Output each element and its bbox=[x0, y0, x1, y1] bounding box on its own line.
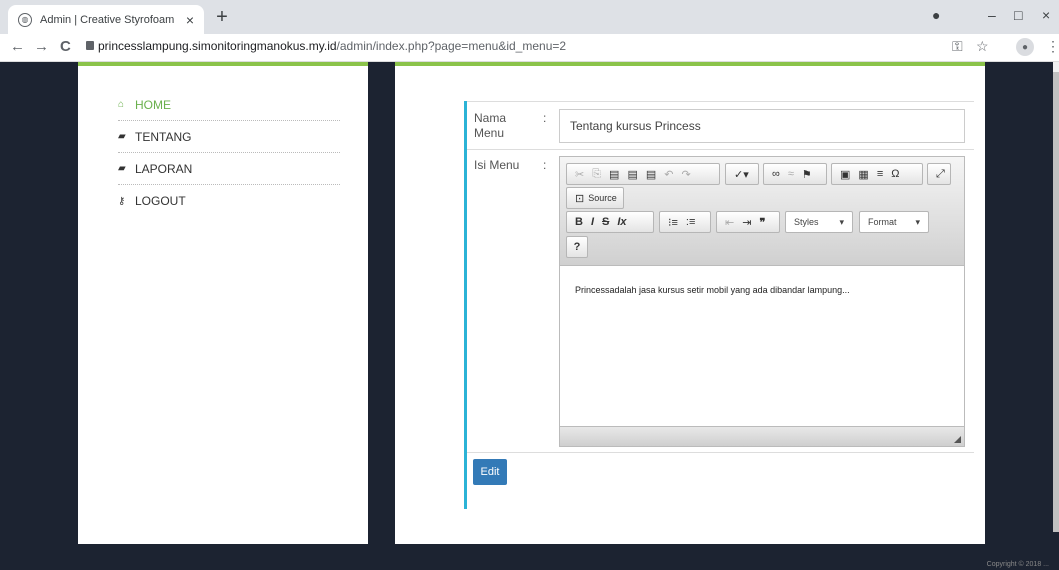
form-row-name: Nama Menu : Tentang kursus Princess bbox=[467, 101, 974, 150]
image-icon[interactable]: ▣ bbox=[840, 168, 850, 181]
key-icon: ⚷ bbox=[118, 195, 126, 207]
italic-icon[interactable]: I bbox=[591, 216, 594, 228]
paste-icon[interactable]: ▤ bbox=[609, 168, 619, 181]
paste-word-icon[interactable]: ▤ bbox=[646, 168, 656, 181]
name-label: Nama Menu bbox=[474, 111, 507, 140]
colon: : bbox=[543, 158, 547, 172]
copy-icon[interactable]: ⎘ bbox=[592, 168, 601, 181]
address-bar: ← → C princesslampung.simonitoringmanoku… bbox=[0, 34, 1059, 62]
menu-name-input[interactable]: Tentang kursus Princess bbox=[559, 109, 965, 143]
strike-icon[interactable]: S bbox=[602, 216, 609, 228]
book-icon: ▰ bbox=[118, 131, 126, 142]
url-field[interactable]: princesslampung.simonitoringmanokus.my.i… bbox=[98, 39, 566, 53]
sidebar-item-logout[interactable]: ⚷ LOGOUT bbox=[118, 185, 340, 217]
numbered-list-icon[interactable]: ⁝≡ bbox=[668, 216, 678, 229]
special-char-icon[interactable]: Ω bbox=[891, 168, 899, 180]
sidebar-item-label: HOME bbox=[135, 97, 171, 112]
outdent-icon[interactable]: ⇤ bbox=[725, 216, 734, 229]
edit-menu-form: Nama Menu : Tentang kursus Princess Isi … bbox=[464, 101, 974, 509]
globe-icon: ◍ bbox=[18, 12, 32, 27]
spellcheck-icon[interactable]: ✓▾ bbox=[725, 163, 759, 185]
more-menu-icon[interactable]: ⋮ bbox=[1046, 38, 1059, 55]
editor-toolbar: ✂ ⎘ ▤ ▤ ▤ ↶ ↷ ✓▾ ∞ ≈ ⚑ ▣ ▦ ≡ Ω ⤢ ⊡ Sourc… bbox=[560, 157, 964, 266]
paste-text-icon[interactable]: ▤ bbox=[627, 168, 637, 181]
maximize-editor-icon[interactable]: ⤢ bbox=[927, 163, 951, 185]
key-icon[interactable]: ⚿ bbox=[952, 38, 963, 55]
page-scrollbar[interactable] bbox=[1053, 62, 1059, 532]
anchor-flag-icon[interactable]: ⚑ bbox=[802, 168, 812, 181]
minimize-button[interactable]: – bbox=[988, 7, 996, 23]
tab-close-icon[interactable]: × bbox=[186, 12, 194, 28]
format-label: Format bbox=[868, 217, 897, 227]
format-dropdown[interactable]: Format ▾ bbox=[859, 211, 929, 233]
tab-title: Admin | Creative Styrofoam bbox=[40, 13, 175, 26]
source-button[interactable]: ⊡ Source bbox=[566, 187, 624, 209]
forward-button[interactable]: → bbox=[34, 38, 49, 55]
sidebar-item-label: LOGOUT bbox=[135, 194, 186, 208]
resize-grip-icon[interactable] bbox=[954, 436, 961, 443]
list-group: ⁝≡ :≡ bbox=[659, 211, 711, 233]
main-panel: Nama Menu : Tentang kursus Princess Isi … bbox=[395, 62, 985, 544]
remove-format-icon[interactable]: Ix bbox=[617, 216, 626, 228]
sidebar: ⌂ HOME ▰ TENTANG ▰ LAPORAN ⚷ LOGOUT bbox=[78, 62, 368, 544]
help-icon: ? bbox=[573, 241, 581, 253]
lock-icon bbox=[86, 41, 94, 50]
blockquote-icon[interactable]: ❞ bbox=[759, 216, 765, 229]
styles-dropdown[interactable]: Styles ▾ bbox=[785, 211, 853, 233]
new-tab-button[interactable]: + bbox=[210, 6, 234, 29]
avatar[interactable]: ● bbox=[1016, 38, 1034, 56]
bullet-list-icon[interactable]: :≡ bbox=[686, 216, 695, 228]
sidebar-item-home[interactable]: ⌂ HOME bbox=[118, 89, 340, 121]
sidebar-item-tentang[interactable]: ▰ TENTANG bbox=[118, 121, 340, 153]
redo-icon[interactable]: ↷ bbox=[681, 168, 690, 181]
undo-icon[interactable]: ↶ bbox=[664, 168, 673, 181]
book-icon: ▰ bbox=[118, 163, 126, 174]
link-group: ∞ ≈ ⚑ bbox=[763, 163, 827, 185]
chevron-down-icon: ▾ bbox=[915, 216, 920, 227]
unlink-icon[interactable]: ≈ bbox=[788, 168, 794, 180]
content-label: Isi Menu bbox=[474, 158, 520, 172]
url-path: /admin/index.php?page=menu&id_menu=2 bbox=[336, 39, 567, 53]
star-icon[interactable]: ☆ bbox=[976, 38, 989, 55]
browser-tab[interactable]: ◍ Admin | Creative Styrofoam × bbox=[8, 5, 204, 34]
sidebar-item-label: LAPORAN bbox=[135, 161, 193, 176]
sidebar-item-label: TENTANG bbox=[135, 129, 192, 144]
footer-copyright: Copyright © 2018 ... bbox=[986, 561, 1049, 568]
home-icon: ⌂ bbox=[118, 99, 125, 110]
url-host: princesslampung.simonitoringmanokus.my.i… bbox=[98, 39, 337, 53]
clipboard-group: ✂ ⎘ ▤ ▤ ▤ ↶ ↷ bbox=[566, 163, 720, 185]
page-body: ⌂ HOME ▰ TENTANG ▰ LAPORAN ⚷ LOGOUT Nama… bbox=[0, 62, 1059, 570]
insert-group: ▣ ▦ ≡ Ω bbox=[831, 163, 923, 185]
sidebar-item-laporan[interactable]: ▰ LAPORAN bbox=[118, 153, 340, 185]
styles-label: Styles bbox=[794, 217, 819, 227]
source-label: Source bbox=[588, 193, 617, 203]
table-icon[interactable]: ▦ bbox=[858, 168, 868, 181]
link-icon[interactable]: ∞ bbox=[772, 168, 780, 180]
browser-tab-bar: ◍ Admin | Creative Styrofoam × + ● – □ × bbox=[0, 0, 1059, 34]
bold-icon[interactable]: B bbox=[575, 216, 583, 228]
source-icon: ⊡ bbox=[575, 192, 585, 205]
help-button[interactable]: ? bbox=[566, 236, 588, 258]
indent-group: ⇤ ⇥ ❞ bbox=[716, 211, 780, 233]
sidebar-menu: ⌂ HOME ▰ TENTANG ▰ LAPORAN ⚷ LOGOUT bbox=[118, 89, 340, 217]
chevron-down-icon: ▾ bbox=[839, 216, 844, 227]
basic-style-group: B I S Ix bbox=[566, 211, 654, 233]
close-window-button[interactable]: × bbox=[1042, 7, 1050, 23]
cut-icon[interactable]: ✂ bbox=[575, 168, 584, 181]
rich-text-editor: ✂ ⎘ ▤ ▤ ▤ ↶ ↷ ✓▾ ∞ ≈ ⚑ ▣ ▦ ≡ Ω ⤢ ⊡ Sourc… bbox=[559, 156, 965, 447]
reload-button[interactable]: C bbox=[60, 38, 71, 55]
maximize-button[interactable]: □ bbox=[1014, 7, 1022, 23]
editor-statusbar bbox=[560, 426, 964, 446]
scrollbar-thumb[interactable] bbox=[1053, 72, 1059, 532]
colon: : bbox=[543, 111, 547, 125]
back-button[interactable]: ← bbox=[10, 38, 25, 55]
divider bbox=[467, 452, 974, 453]
edit-button[interactable]: Edit bbox=[473, 459, 507, 485]
profile-circle-icon[interactable]: ● bbox=[932, 7, 940, 23]
horizontal-line-icon[interactable]: ≡ bbox=[877, 168, 883, 180]
indent-icon[interactable]: ⇥ bbox=[742, 216, 751, 229]
editor-content[interactable]: Princessadalah jasa kursus setir mobil y… bbox=[575, 285, 850, 295]
